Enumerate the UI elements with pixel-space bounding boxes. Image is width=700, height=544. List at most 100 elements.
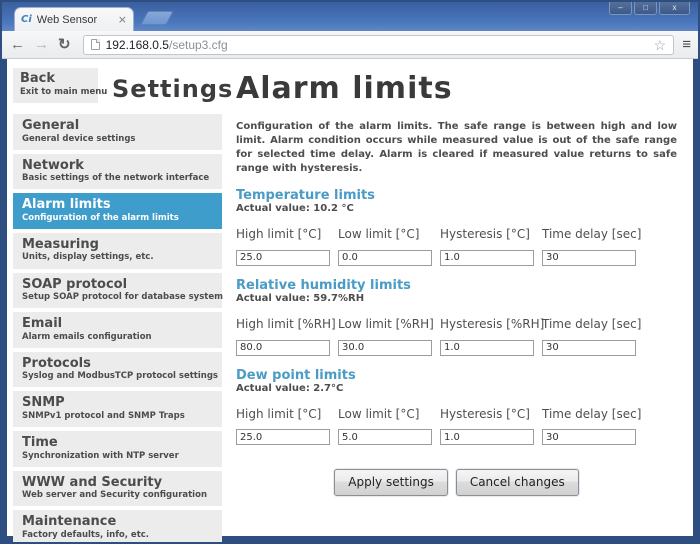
cancel-changes-button[interactable]: Cancel changes [456,469,579,496]
rh-low-limit-input[interactable] [338,340,432,356]
section-title: Relative humidity limits [236,279,677,293]
dew-low-limit-input[interactable] [338,429,432,445]
sidebar-item-subtitle: Units, display settings, etc. [22,252,214,263]
back-label: Back [20,72,92,87]
sidebar-item-time[interactable]: Time Synchronization with NTP server [13,431,222,467]
sidebar-item-soap-protocol[interactable]: SOAP protocol Setup SOAP protocol for da… [13,273,222,309]
page-title: Alarm limits [236,71,677,106]
temp-low-limit-input[interactable] [338,250,432,266]
field-label: High limit [°C] [236,227,338,241]
sidebar-item-measuring[interactable]: Measuring Units, display settings, etc. [13,233,222,269]
actual-value: Actual value: 10.2 °C [236,203,677,214]
settings-heading: Settings [112,77,233,103]
sidebar-item-subtitle: Alarm emails configuration [22,332,214,343]
rh-time-delay-input[interactable] [542,340,636,356]
menu-button[interactable]: ≡ [682,36,690,53]
address-bar[interactable]: 192.168.0.5/setup3.cfg ☆ [83,35,675,55]
sidebar-item-subtitle: Basic settings of the network interface [22,173,214,184]
close-button[interactable]: x [659,2,690,15]
page-icon [91,39,100,50]
rh-high-limit-input[interactable] [236,340,330,356]
sidebar-item-title: Network [22,158,214,174]
field-temp-hysteresis: Hysteresis [°C] [440,227,542,266]
favicon: Ci [21,14,32,25]
sidebar-item-maintenance[interactable]: Maintenance Factory defaults, info, etc. [13,510,222,544]
section-dew-point-limits: Dew point limits Actual value: 2.7°C Hig… [236,369,677,446]
sidebar-item-subtitle: General device settings [22,134,214,145]
sidebar-item-subtitle: Web server and Security configuration [22,490,214,501]
section-title: Dew point limits [236,369,677,383]
field-label: Time delay [sec] [542,317,644,331]
field-label: High limit [%RH] [236,317,338,331]
field-label: Hysteresis [%RH] [440,317,542,331]
dew-hysteresis-input[interactable] [440,429,534,445]
dew-time-delay-input[interactable] [542,429,636,445]
back-to-main-menu-button[interactable]: Back Exit to main menu [13,68,98,103]
form-actions: Apply settings Cancel changes [236,469,677,496]
temp-time-delay-input[interactable] [542,250,636,266]
section-title: Temperature limits [236,189,677,203]
sidebar-item-title: Email [22,316,214,332]
back-sublabel: Exit to main menu [20,87,92,97]
sidebar-item-subtitle: Factory defaults, info, etc. [22,530,214,541]
tab-close-icon[interactable]: × [118,14,127,25]
sidebar-item-protocols[interactable]: Protocols Syslog and ModbusTCP protocol … [13,352,222,388]
field-label: Low limit [%RH] [338,317,440,331]
reload-button[interactable]: ↻ [58,37,71,52]
new-tab-button[interactable] [140,11,173,25]
forward-button: → [34,37,49,52]
section-temperature-limits: Temperature limits Actual value: 10.2 °C… [236,189,677,266]
maximize-button[interactable]: □ [634,2,657,15]
sidebar-header: Back Exit to main menu Settings [13,68,223,103]
bookmark-star-icon[interactable]: ☆ [654,38,667,52]
temp-hysteresis-input[interactable] [440,250,534,266]
field-label: Hysteresis [°C] [440,227,542,241]
sidebar-item-title: Alarm limits [22,197,214,213]
window-controls: – □ x [609,2,690,15]
sidebar-item-www-and-security[interactable]: WWW and Security Web server and Security… [13,471,222,507]
rh-hysteresis-input[interactable] [440,340,534,356]
field-dew-low-limit: Low limit [°C] [338,407,440,446]
page-content: Back Exit to main menu Settings General … [2,59,698,542]
field-temp-high-limit: High limit [°C] [236,227,338,266]
field-temp-low-limit: Low limit [°C] [338,227,440,266]
sidebar-item-title: Time [22,435,214,451]
back-button[interactable]: ← [10,37,25,52]
field-dew-high-limit: High limit [°C] [236,407,338,446]
sidebar-item-subtitle: Syslog and ModbusTCP protocol settings [22,371,214,382]
field-label: Low limit [°C] [338,407,440,421]
minimize-icon: – [618,3,622,12]
field-dew-time-delay: Time delay [sec] [542,407,644,446]
sidebar-item-network[interactable]: Network Basic settings of the network in… [13,154,222,190]
sidebar-item-title: SNMP [22,395,214,411]
sidebar-item-title: Protocols [22,356,214,372]
apply-settings-button[interactable]: Apply settings [334,469,448,496]
sidebar-item-title: Maintenance [22,514,214,530]
url-host: 192.168.0.5 [106,38,169,52]
minimize-button[interactable]: – [609,2,632,15]
field-rh-hysteresis: Hysteresis [%RH] [440,317,542,356]
actual-value: Actual value: 2.7°C [236,383,677,394]
maximize-icon: □ [643,3,648,12]
field-label: Hysteresis [°C] [440,407,542,421]
sidebar-item-snmp[interactable]: SNMP SNMPv1 protocol and SNMP Traps [13,391,222,427]
titlebar: Ci Web Sensor × – □ x [2,2,698,31]
browser-tab[interactable]: Ci Web Sensor × [14,7,134,31]
field-rh-high-limit: High limit [%RH] [236,317,338,356]
field-dew-hysteresis: Hysteresis [°C] [440,407,542,446]
sidebar-item-subtitle: Synchronization with NTP server [22,451,214,462]
section-relative-humidity-limits: Relative humidity limits Actual value: 5… [236,279,677,356]
close-icon: x [673,3,677,12]
page-description: Configuration of the alarm limits. The s… [236,120,677,176]
dew-high-limit-input[interactable] [236,429,330,445]
sidebar-item-subtitle: SNMPv1 protocol and SNMP Traps [22,411,214,422]
temp-high-limit-input[interactable] [236,250,330,266]
sidebar-item-alarm-limits[interactable]: Alarm limits Configuration of the alarm … [13,193,222,229]
browser-window: Ci Web Sensor × – □ x ← → ↻ 192.168.0.5/… [0,0,700,544]
sidebar-item-subtitle: Setup SOAP protocol for database system [22,292,214,303]
sidebar: Back Exit to main menu Settings General … [7,59,223,536]
actual-value: Actual value: 59.7%RH [236,293,677,304]
field-row: High limit [%RH] Low limit [%RH] Hystere… [236,317,677,356]
sidebar-item-email[interactable]: Email Alarm emails configuration [13,312,222,348]
sidebar-item-general[interactable]: General General device settings [13,114,222,150]
